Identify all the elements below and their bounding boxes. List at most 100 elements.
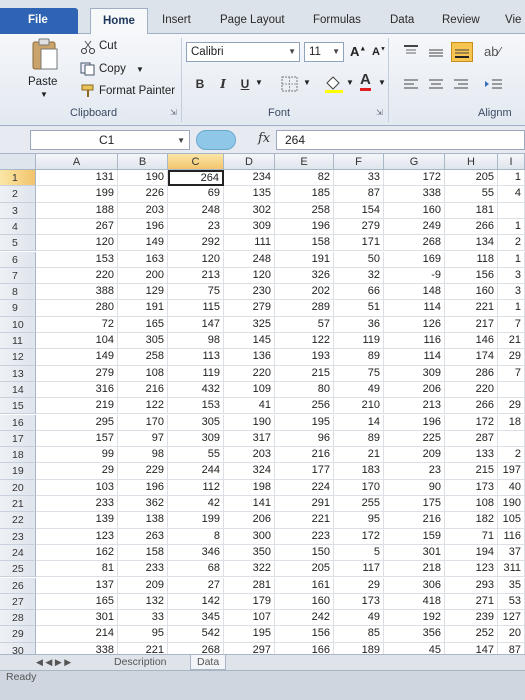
- select-all-corner[interactable]: [0, 154, 36, 170]
- column-header-f[interactable]: F: [334, 154, 384, 170]
- table-cell[interactable]: 181: [445, 202, 498, 219]
- row-header[interactable]: 27: [0, 593, 36, 611]
- font-color-icon[interactable]: A: [360, 72, 371, 91]
- table-cell[interactable]: 7: [498, 316, 525, 333]
- table-cell[interactable]: 183: [334, 463, 384, 480]
- table-cell[interactable]: 215: [275, 365, 334, 382]
- table-cell[interactable]: 142: [168, 593, 224, 611]
- table-cell[interactable]: 219: [36, 398, 118, 415]
- shrink-font-icon[interactable]: A▼: [372, 46, 386, 58]
- tab-page-layout[interactable]: Page Layout: [220, 8, 285, 34]
- insert-function-icon[interactable]: fx: [258, 131, 270, 146]
- table-cell[interactable]: 175: [384, 496, 445, 513]
- align-left-icon[interactable]: [402, 78, 420, 92]
- table-cell[interactable]: 158: [275, 235, 334, 252]
- table-cell[interactable]: 108: [445, 496, 498, 513]
- table-cell[interactable]: 255: [334, 496, 384, 513]
- table-cell[interactable]: 248: [224, 251, 275, 268]
- table-cell[interactable]: 214: [36, 626, 118, 643]
- table-cell[interactable]: 205: [275, 561, 334, 578]
- table-cell[interactable]: 174: [445, 349, 498, 366]
- indent-icon[interactable]: [484, 78, 504, 92]
- table-cell[interactable]: 131: [36, 170, 118, 187]
- table-cell[interactable]: 225: [384, 430, 445, 448]
- formula-input[interactable]: 264: [276, 130, 525, 150]
- table-cell[interactable]: 289: [275, 300, 334, 317]
- table-cell[interactable]: 71: [445, 528, 498, 545]
- row-header[interactable]: 21: [0, 496, 36, 513]
- table-cell[interactable]: 109: [224, 381, 275, 399]
- table-cell[interactable]: 139: [36, 512, 118, 529]
- table-cell[interactable]: 8: [168, 528, 224, 545]
- table-cell[interactable]: 129: [118, 284, 168, 301]
- table-cell[interactable]: 21: [334, 447, 384, 464]
- table-cell[interactable]: 317: [224, 430, 275, 448]
- table-cell[interactable]: 23: [168, 218, 224, 236]
- table-cell[interactable]: 301: [384, 544, 445, 562]
- table-cell[interactable]: 29: [498, 349, 525, 366]
- table-cell[interactable]: 21: [498, 333, 525, 350]
- table-cell[interactable]: 105: [498, 512, 525, 529]
- table-cell[interactable]: 162: [36, 544, 118, 562]
- table-cell[interactable]: 306: [384, 577, 445, 594]
- table-cell[interactable]: 263: [118, 528, 168, 545]
- row-header[interactable]: 7: [0, 267, 36, 285]
- table-cell[interactable]: 190: [498, 496, 525, 513]
- table-cell[interactable]: 300: [224, 528, 275, 545]
- table-cell[interactable]: 191: [118, 300, 168, 317]
- row-header[interactable]: 22: [0, 512, 36, 529]
- row-header[interactable]: 13: [0, 365, 36, 382]
- table-cell[interactable]: 119: [334, 333, 384, 350]
- table-cell[interactable]: 271: [445, 593, 498, 611]
- table-cell[interactable]: 158: [118, 544, 168, 562]
- table-cell[interactable]: 72: [36, 316, 118, 333]
- table-cell[interactable]: 193: [275, 349, 334, 366]
- table-cell[interactable]: 81: [36, 561, 118, 578]
- table-cell[interactable]: 205: [445, 170, 498, 187]
- borders-icon[interactable]: [280, 75, 300, 93]
- clipboard-launcher-icon[interactable]: ⇲: [170, 108, 177, 117]
- table-cell[interactable]: 114: [384, 300, 445, 317]
- column-header-a[interactable]: A: [36, 154, 118, 170]
- row-header[interactable]: 17: [0, 430, 36, 448]
- copy-icon[interactable]: [80, 62, 96, 76]
- table-cell[interactable]: 55: [168, 447, 224, 464]
- table-cell[interactable]: 249: [384, 218, 445, 236]
- table-cell[interactable]: 1: [498, 251, 525, 268]
- table-cell[interactable]: 82: [275, 170, 334, 187]
- tab-file[interactable]: File: [0, 8, 78, 34]
- table-cell[interactable]: 57: [275, 316, 334, 333]
- table-cell[interactable]: 203: [118, 202, 168, 219]
- table-cell[interactable]: 192: [384, 610, 445, 627]
- table-cell[interactable]: 209: [118, 577, 168, 594]
- table-cell[interactable]: 14: [334, 414, 384, 431]
- row-header[interactable]: 16: [0, 414, 36, 431]
- table-cell[interactable]: 18: [498, 414, 525, 431]
- table-cell[interactable]: 171: [334, 235, 384, 252]
- copy-dropdown-icon[interactable]: ▼: [136, 65, 144, 74]
- row-header[interactable]: 23: [0, 528, 36, 545]
- table-cell[interactable]: 432: [168, 381, 224, 399]
- table-cell[interactable]: 53: [498, 593, 525, 611]
- table-cell[interactable]: 220: [445, 381, 498, 399]
- table-cell[interactable]: 97: [118, 430, 168, 448]
- underline-dropdown-icon[interactable]: ▼: [255, 78, 263, 87]
- table-cell[interactable]: 69: [168, 186, 224, 203]
- table-cell[interactable]: 116: [384, 333, 445, 350]
- table-cell[interactable]: 114: [384, 349, 445, 366]
- table-cell[interactable]: 33: [334, 170, 384, 187]
- table-cell[interactable]: 188: [36, 202, 118, 219]
- table-cell[interactable]: 120: [224, 267, 275, 285]
- table-cell[interactable]: 133: [445, 447, 498, 464]
- table-cell[interactable]: 230: [224, 284, 275, 301]
- table-cell[interactable]: 356: [384, 626, 445, 643]
- table-cell[interactable]: 75: [168, 284, 224, 301]
- tab-view[interactable]: Vie: [505, 8, 521, 34]
- table-cell[interactable]: 138: [118, 512, 168, 529]
- row-header[interactable]: 28: [0, 610, 36, 627]
- table-cell[interactable]: 118: [445, 251, 498, 268]
- table-cell[interactable]: 96: [275, 430, 334, 448]
- table-cell[interactable]: 137: [36, 577, 118, 594]
- table-cell[interactable]: 116: [498, 528, 525, 545]
- table-cell[interactable]: 112: [168, 479, 224, 496]
